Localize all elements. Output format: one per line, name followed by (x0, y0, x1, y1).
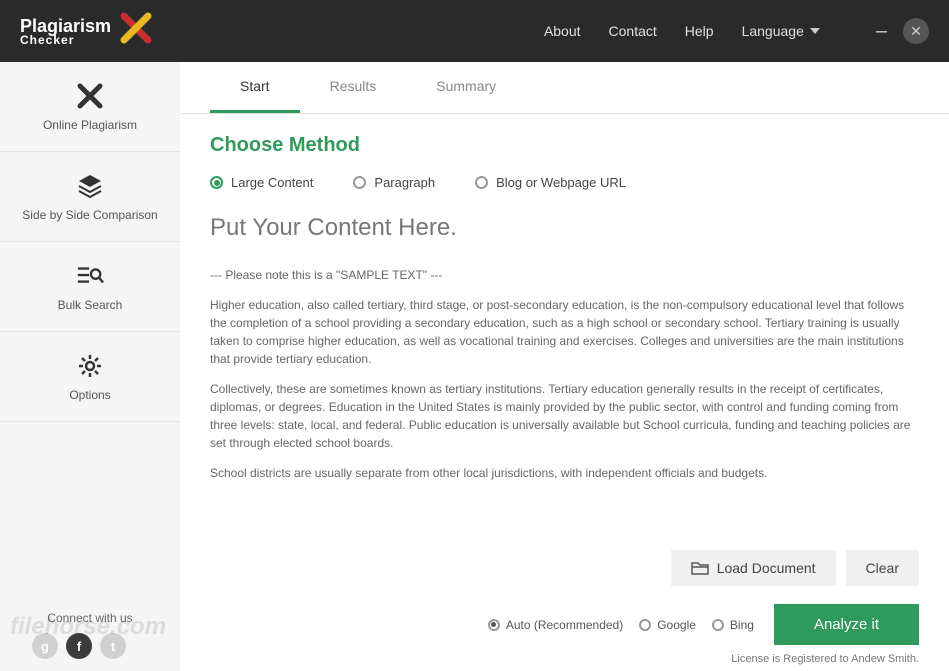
watermark-text: filehorse.com (10, 613, 166, 641)
gear-icon (76, 352, 104, 380)
clear-label: Clear (866, 560, 899, 576)
radio-dot-icon (210, 176, 223, 189)
titlebar: Plagiarism Checker About Contact Help La… (0, 0, 949, 62)
logo-x-icon (119, 11, 153, 52)
engine-label: Bing (730, 618, 754, 632)
tabs-bar: Start Results Summary (180, 62, 949, 114)
radio-paragraph[interactable]: Paragraph (353, 175, 435, 190)
sidebar-item-label: Bulk Search (58, 298, 123, 312)
window-controls: – ✕ (868, 18, 929, 44)
nav-about[interactable]: About (544, 23, 581, 39)
load-document-button[interactable]: Load Document (671, 550, 836, 586)
tab-summary[interactable]: Summary (406, 62, 526, 113)
nav-contact[interactable]: Contact (609, 23, 657, 39)
clear-button[interactable]: Clear (846, 550, 919, 586)
radio-blog-url[interactable]: Blog or Webpage URL (475, 175, 626, 190)
tab-results[interactable]: Results (300, 62, 407, 113)
engine-label: Auto (Recommended) (506, 618, 623, 632)
engine-label: Google (657, 618, 696, 632)
x-icon (76, 82, 104, 110)
nav-help[interactable]: Help (685, 23, 714, 39)
radio-label: Large Content (231, 175, 313, 190)
layers-icon (76, 172, 104, 200)
sample-para: Collectively, these are sometimes known … (210, 380, 919, 452)
content-text-area[interactable]: --- Please note this is a "SAMPLE TEXT" … (210, 266, 919, 494)
analyze-button[interactable]: Analyze it (774, 604, 919, 645)
sidebar-item-label: Side by Side Comparison (22, 208, 157, 222)
load-document-label: Load Document (717, 560, 816, 576)
engine-google[interactable]: Google (639, 618, 696, 632)
radio-label: Blog or Webpage URL (496, 175, 626, 190)
connect-section: Connect with us filehorse.com g f t (0, 599, 180, 671)
method-radio-group: Large Content Paragraph Blog or Webpage … (210, 175, 919, 204)
sidebar-item-side-by-side[interactable]: Side by Side Comparison (0, 152, 180, 242)
engine-radio-group: Auto (Recommended) Google Bing (488, 618, 754, 632)
top-nav: About Contact Help Language – ✕ (544, 18, 929, 44)
close-button[interactable]: ✕ (903, 18, 929, 44)
radio-dot-icon (353, 176, 366, 189)
sample-note: --- Please note this is a "SAMPLE TEXT" … (210, 266, 919, 284)
sidebar-item-bulk-search[interactable]: Bulk Search (0, 242, 180, 332)
sample-para: School districts are usually separate fr… (210, 464, 919, 482)
nav-language-label: Language (742, 23, 804, 39)
sample-para: Higher education, also called tertiary, … (210, 296, 919, 368)
radio-dot-icon (639, 619, 651, 631)
sidebar-item-options[interactable]: Options (0, 332, 180, 422)
radio-dot-icon (475, 176, 488, 189)
nav-language[interactable]: Language (742, 23, 820, 39)
main-panel: Start Results Summary Choose Method Larg… (180, 62, 949, 671)
radio-large-content[interactable]: Large Content (210, 175, 313, 190)
sidebar-item-online-plagiarism[interactable]: Online Plagiarism (0, 62, 180, 152)
radio-label: Paragraph (374, 175, 435, 190)
engine-bing[interactable]: Bing (712, 618, 754, 632)
sidebar-item-label: Options (69, 388, 110, 402)
content-heading: Put Your Content Here. (210, 214, 919, 242)
folder-icon (691, 561, 709, 575)
content-area: Choose Method Large Content Paragraph Bl… (180, 114, 949, 540)
list-search-icon (76, 262, 104, 290)
minimize-button[interactable]: – (868, 20, 895, 43)
sidebar-item-label: Online Plagiarism (43, 118, 137, 132)
radio-dot-icon (488, 619, 500, 631)
app-logo: Plagiarism Checker (20, 11, 153, 52)
tab-start[interactable]: Start (210, 62, 300, 113)
document-action-row: Load Document Clear (180, 540, 949, 596)
sidebar: Online Plagiarism Side by Side Compariso… (0, 62, 180, 671)
radio-dot-icon (712, 619, 724, 631)
chevron-down-icon (810, 28, 820, 34)
bottom-bar: Auto (Recommended) Google Bing Analyze i… (180, 596, 949, 649)
engine-auto[interactable]: Auto (Recommended) (488, 618, 623, 632)
choose-method-title: Choose Method (210, 134, 919, 157)
license-text: License is Registered to Andew Smith. (180, 649, 949, 671)
